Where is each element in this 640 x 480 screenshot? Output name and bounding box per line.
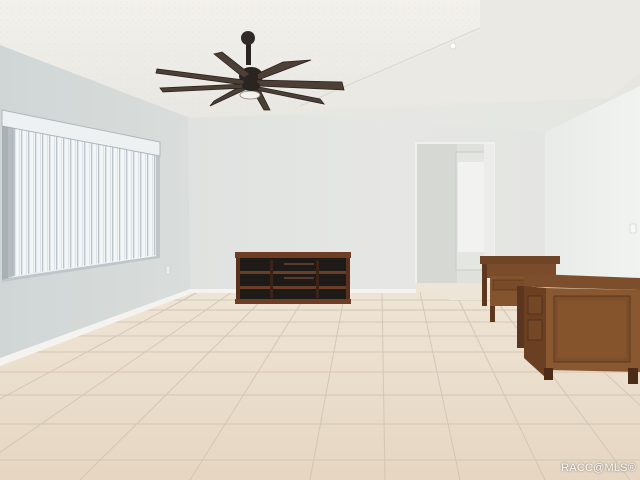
outlet-cover <box>165 265 171 275</box>
photo-watermark: RACC@MLS® <box>561 462 636 474</box>
room-scene <box>0 0 640 480</box>
outlet-cover <box>629 223 637 234</box>
tv-stand <box>235 252 351 304</box>
room-photo: RACC@MLS® <box>0 0 640 480</box>
wood-cabinet <box>524 274 640 384</box>
